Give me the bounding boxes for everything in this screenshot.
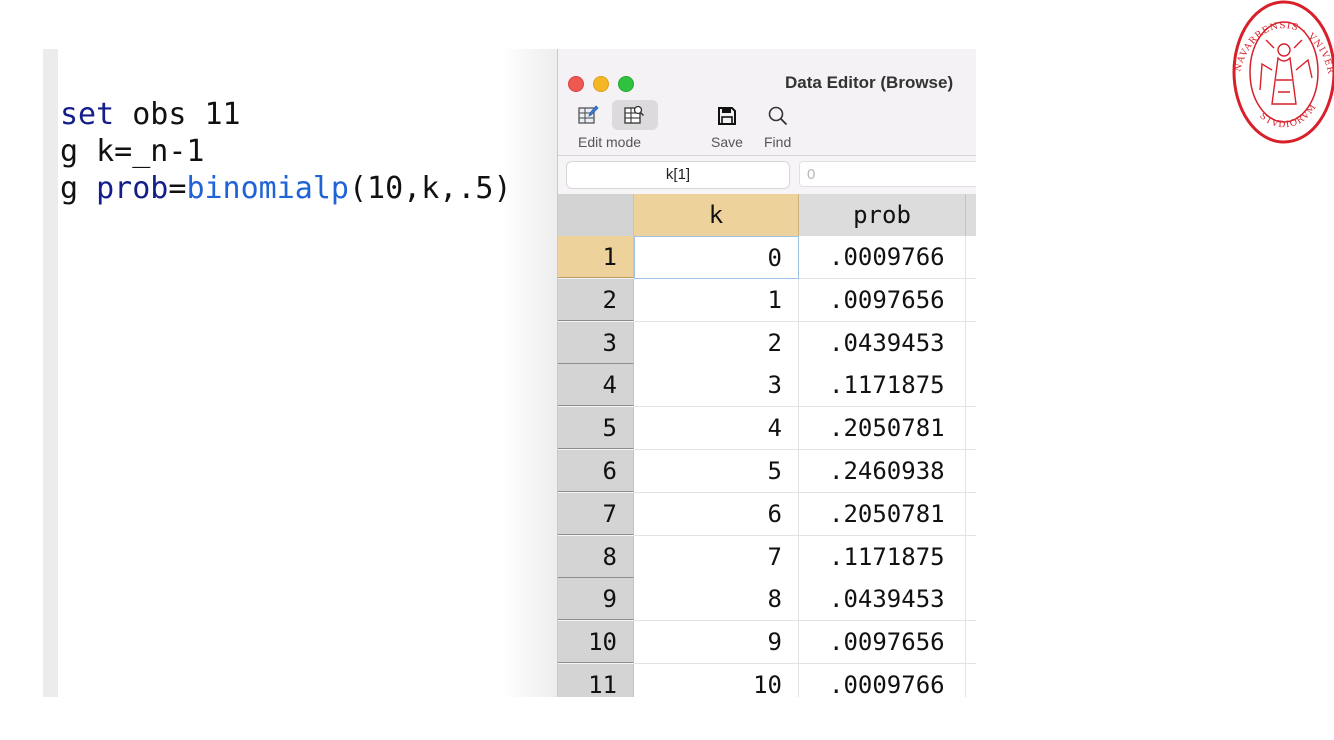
- table-row[interactable]: 10 9.0097656: [558, 621, 976, 665]
- cell-empty[interactable]: [966, 535, 976, 579]
- cell-k[interactable]: 10: [634, 664, 799, 697]
- cell-prob[interactable]: .2460938: [799, 450, 966, 493]
- code-token: set: [60, 97, 115, 132]
- table-row[interactable]: 1 0.0009766: [558, 236, 976, 279]
- row-number[interactable]: 3: [558, 321, 634, 364]
- column-header-prob[interactable]: prob: [799, 194, 966, 236]
- grid-corner[interactable]: [558, 194, 634, 236]
- cell-value-field[interactable]: 0: [799, 161, 976, 187]
- row-number[interactable]: 11: [558, 664, 634, 697]
- cell-empty[interactable]: [966, 407, 976, 451]
- cell-prob[interactable]: .2050781: [799, 407, 966, 451]
- row-number[interactable]: 10: [558, 621, 634, 664]
- row-number[interactable]: 1: [558, 236, 634, 278]
- titlebar: Data Editor (Browse) Edit mode Save Find: [558, 49, 976, 156]
- code-token: g k=_n-1: [60, 134, 205, 169]
- cell-empty[interactable]: [966, 664, 976, 697]
- cell-k[interactable]: 6: [634, 492, 799, 536]
- find-button-label[interactable]: Find: [764, 134, 791, 150]
- row-number[interactable]: 9: [558, 578, 634, 621]
- row-number[interactable]: 8: [558, 535, 634, 578]
- table-row[interactable]: 3 2.0439453: [558, 321, 976, 365]
- cell-k[interactable]: 7: [634, 535, 799, 579]
- cell-prob[interactable]: .0439453: [799, 578, 966, 622]
- cell-k[interactable]: 0: [634, 236, 799, 279]
- cell-k[interactable]: 2: [634, 321, 799, 365]
- table-row[interactable]: 8 7.1171875: [558, 535, 976, 579]
- cell-k[interactable]: 8: [634, 578, 799, 622]
- university-seal-logo: NAVARRENSIS · VNIVERSITAS STVDIORVM: [1221, 0, 1334, 146]
- row-number[interactable]: 5: [558, 407, 634, 450]
- cell-empty[interactable]: [966, 364, 976, 408]
- column-header-empty: [966, 194, 976, 236]
- cell-k[interactable]: 1: [634, 278, 799, 322]
- code-line: g k=_n-1: [60, 133, 512, 170]
- code-block: set obs 11 g k=_n-1 g prob=binomialp(10,k,…: [60, 96, 512, 207]
- table-row[interactable]: 6 5.2460938: [558, 450, 976, 493]
- cell-prob[interactable]: .0097656: [799, 278, 966, 322]
- cell-empty[interactable]: [966, 578, 976, 622]
- grid-header: k prob: [558, 194, 976, 236]
- code-token: (10,k,.5): [349, 171, 512, 206]
- column-header-k[interactable]: k: [634, 194, 799, 236]
- table-row[interactable]: 11 10.0009766: [558, 664, 976, 697]
- cell-empty[interactable]: [966, 278, 976, 322]
- code-token: =: [168, 171, 187, 206]
- cell-reference-field[interactable]: k[1]: [566, 161, 790, 189]
- cell-prob[interactable]: .1171875: [799, 364, 966, 408]
- code-token: binomialp: [186, 171, 349, 206]
- row-number[interactable]: 4: [558, 364, 634, 407]
- cell-empty[interactable]: [966, 450, 976, 493]
- cell-k[interactable]: 5: [634, 450, 799, 493]
- cell-k[interactable]: 4: [634, 407, 799, 451]
- cell-k[interactable]: 3: [634, 364, 799, 408]
- cell-prob[interactable]: .0097656: [799, 621, 966, 665]
- close-window-button[interactable]: [568, 76, 584, 92]
- code-token: g: [60, 171, 97, 206]
- browse-mode-icon[interactable]: [622, 103, 646, 127]
- cell-empty[interactable]: [966, 321, 976, 365]
- row-number[interactable]: 2: [558, 278, 634, 321]
- zoom-window-button[interactable]: [618, 76, 634, 92]
- table-row[interactable]: 2 1.0097656: [558, 278, 976, 322]
- cell-empty[interactable]: [966, 621, 976, 665]
- cell-prob[interactable]: .0439453: [799, 321, 966, 365]
- save-button-label[interactable]: Save: [711, 134, 743, 150]
- window-shadow: [500, 49, 558, 697]
- code-panel-bar: [43, 49, 58, 697]
- code-token: prob: [96, 171, 169, 206]
- table-row[interactable]: 9 8.0439453: [558, 578, 976, 622]
- cell-empty[interactable]: [966, 492, 976, 536]
- data-editor-window: Data Editor (Browse) Edit mode Save Find…: [557, 49, 976, 697]
- save-icon[interactable]: [714, 103, 740, 129]
- cell-k[interactable]: 9: [634, 621, 799, 665]
- table-row[interactable]: 4 3.1171875: [558, 364, 976, 408]
- code-line: g prob=binomialp(10,k,.5): [60, 170, 512, 207]
- edit-mode-label: Edit mode: [578, 134, 642, 150]
- minimize-window-button[interactable]: [593, 76, 609, 92]
- cell-prob[interactable]: .0009766: [799, 236, 966, 279]
- edit-mode-icon[interactable]: [576, 103, 600, 127]
- code-line: set obs 11: [60, 96, 512, 133]
- code-token: obs 11: [114, 97, 241, 132]
- window-title: Data Editor (Browse): [785, 73, 954, 92]
- cell-prob[interactable]: .2050781: [799, 492, 966, 536]
- row-number[interactable]: 7: [558, 492, 634, 535]
- cell-empty[interactable]: [966, 236, 976, 279]
- row-number[interactable]: 6: [558, 450, 634, 492]
- table-row[interactable]: 5 4.2050781: [558, 407, 976, 451]
- search-icon[interactable]: [765, 103, 791, 129]
- cell-prob[interactable]: .0009766: [799, 664, 966, 697]
- cell-prob[interactable]: .1171875: [799, 535, 966, 579]
- table-row[interactable]: 7 6.2050781: [558, 492, 976, 536]
